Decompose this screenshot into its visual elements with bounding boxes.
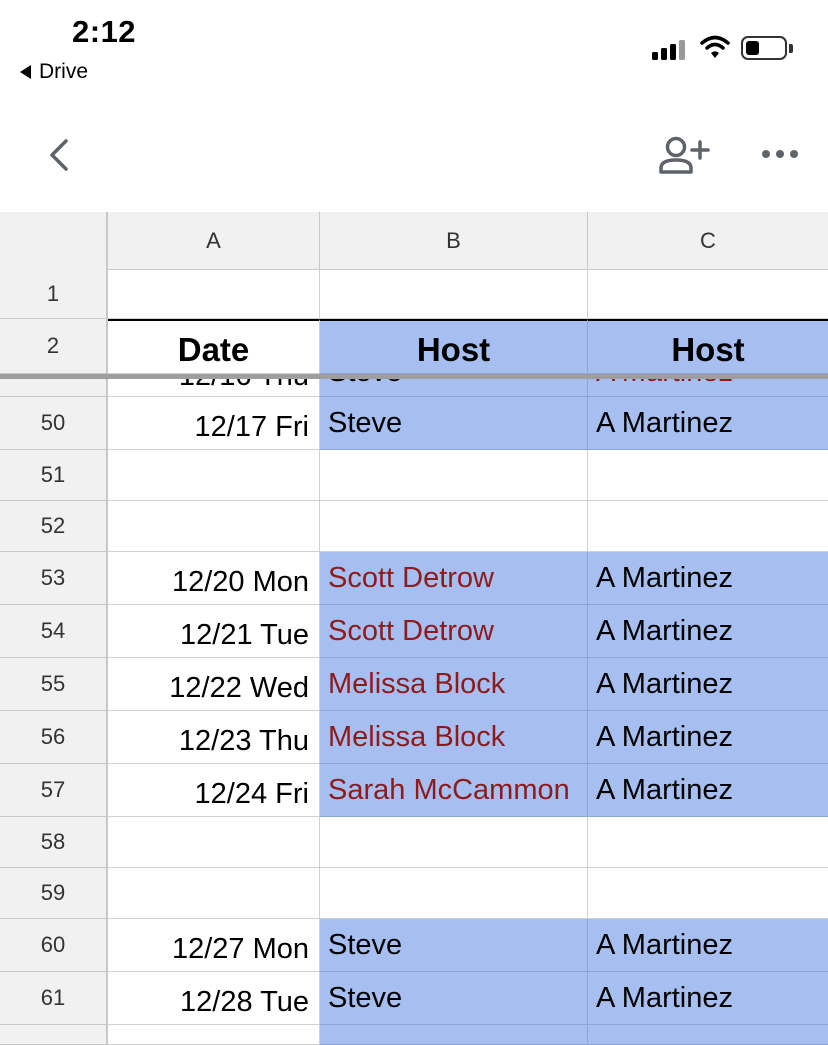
date-cell[interactable]: 12/21 Tue [108, 605, 320, 658]
row-header[interactable]: 56 [0, 711, 108, 764]
host-c-cell[interactable]: A Martinez [588, 605, 828, 658]
status-bar: 2:12 Drive [0, 0, 828, 100]
cell-c1[interactable] [588, 269, 828, 319]
row-header[interactable]: 60 [0, 919, 108, 972]
spreadsheet-grid: A B C 1 2 Date Host Host 12/16 Thu Steve… [0, 212, 828, 1045]
status-time: 2:12 [72, 14, 137, 49]
row-header[interactable]: 57 [0, 764, 108, 817]
date-cell[interactable]: 12/28 Tue [108, 972, 320, 1025]
host-c-cell[interactable]: A Martinez [588, 552, 828, 605]
host-b-cell[interactable] [320, 450, 588, 501]
host-c-cell[interactable] [588, 501, 828, 552]
host-b-cell-partial[interactable]: Steve [320, 379, 588, 397]
date-cell[interactable] [108, 501, 320, 552]
row-header[interactable]: 58 [0, 817, 108, 868]
host-b-cell[interactable]: Melissa Block [320, 658, 588, 711]
row-header[interactable]: 61 [0, 972, 108, 1025]
row-header[interactable]: 50 [0, 397, 108, 450]
host-c-cell[interactable]: A Martinez [588, 397, 828, 450]
host-b-cell[interactable] [320, 868, 588, 919]
chevron-left-icon[interactable] [40, 135, 80, 175]
header-host-c-cell[interactable]: Host [588, 319, 828, 374]
host-c-cell[interactable]: A Martinez [588, 972, 828, 1025]
cellular-signal-icon [652, 38, 688, 60]
row-header[interactable]: 55 [0, 658, 108, 711]
row-header[interactable]: 2 [0, 319, 108, 374]
date-cell[interactable]: 12/22 Wed [108, 658, 320, 711]
host-b-cell[interactable] [320, 817, 588, 868]
date-cell[interactable]: 12/20 Mon [108, 552, 320, 605]
host-c-cell[interactable]: A Martinez [588, 764, 828, 817]
battery-tip [789, 44, 793, 53]
date-cell[interactable] [108, 1025, 320, 1045]
row-header[interactable]: 51 [0, 450, 108, 501]
row-header[interactable]: 54 [0, 605, 108, 658]
host-b-cell[interactable] [320, 1025, 588, 1045]
more-horizontal-icon[interactable] [756, 136, 804, 172]
back-to-app-link[interactable]: Drive [20, 60, 88, 84]
next-row-partial [0, 1025, 828, 1045]
host-c-cell[interactable]: A Martinez [588, 711, 828, 764]
host-b-cell[interactable]: Steve [320, 972, 588, 1025]
header-host-b-cell[interactable]: Host [320, 319, 588, 374]
host-c-cell[interactable] [588, 868, 828, 919]
date-cell[interactable]: 12/27 Mon [108, 919, 320, 972]
date-cell[interactable]: 12/24 Fri [108, 764, 320, 817]
column-header-c[interactable]: C [588, 212, 828, 269]
freeze-divider[interactable] [0, 374, 828, 379]
host-b-cell[interactable]: Steve [320, 397, 588, 450]
row-header [0, 1025, 108, 1045]
host-b-cell[interactable]: Steve [320, 919, 588, 972]
battery-icon [741, 36, 787, 60]
row-header[interactable]: 1 [0, 269, 108, 319]
date-cell[interactable]: 12/17 Fri [108, 397, 320, 450]
column-header-b[interactable]: B [320, 212, 588, 269]
row-header[interactable]: 53 [0, 552, 108, 605]
header-date-cell[interactable]: Date [108, 319, 320, 374]
wifi-icon [700, 35, 730, 58]
host-c-cell[interactable] [588, 817, 828, 868]
date-cell[interactable]: 12/23 Thu [108, 711, 320, 764]
row-header[interactable]: 59 [0, 868, 108, 919]
column-header-a[interactable]: A [108, 212, 320, 269]
select-all-corner[interactable] [0, 212, 108, 269]
back-app-label: Drive [39, 60, 89, 83]
cell-a1[interactable] [108, 269, 320, 319]
host-b-cell[interactable]: Melissa Block [320, 711, 588, 764]
cell-b1[interactable] [320, 269, 588, 319]
back-triangle-icon [20, 65, 31, 79]
row-header-partial [0, 379, 108, 397]
host-c-cell[interactable]: A Martinez [588, 658, 828, 711]
host-b-cell[interactable]: Sarah McCammon [320, 764, 588, 817]
date-cell[interactable] [108, 817, 320, 868]
host-b-cell[interactable]: Scott Detrow [320, 605, 588, 658]
host-c-cell[interactable] [588, 1025, 828, 1045]
date-cell[interactable] [108, 868, 320, 919]
host-c-cell[interactable] [588, 450, 828, 501]
host-c-cell[interactable]: A Martinez [588, 919, 828, 972]
row-header[interactable]: 52 [0, 501, 108, 552]
sheet-toolbar [0, 100, 828, 212]
host-c-cell-partial[interactable]: A Martinez [588, 379, 828, 397]
add-person-icon[interactable] [656, 134, 712, 178]
host-b-cell[interactable] [320, 501, 588, 552]
partial-row: 12/16 Thu Steve A Martinez [0, 379, 828, 397]
date-cell[interactable] [108, 450, 320, 501]
date-cell-partial[interactable]: 12/16 Thu [108, 379, 320, 397]
host-b-cell[interactable]: Scott Detrow [320, 552, 588, 605]
